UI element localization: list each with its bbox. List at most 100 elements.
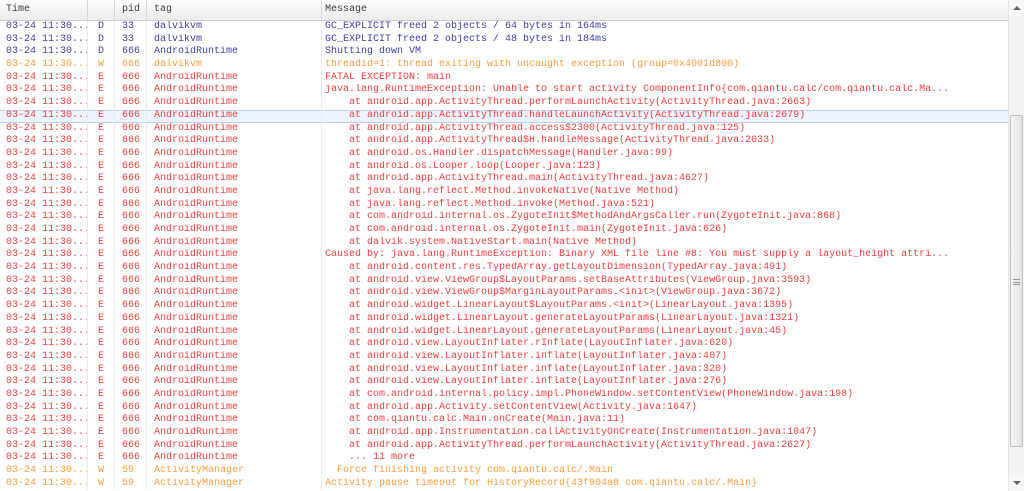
log-row[interactable]: 03-24 11:30... E 666 AndroidRuntime at a… — [0, 363, 1008, 377]
log-tag-cell: AndroidRuntime — [147, 71, 322, 85]
log-tag-cell: AndroidRuntime — [147, 135, 322, 148]
log-tag-cell: AndroidRuntime — [147, 249, 322, 263]
log-row[interactable]: 03-24 11:30... E 666 AndroidRuntime at a… — [0, 325, 1008, 339]
log-tag-cell: AndroidRuntime — [147, 350, 322, 364]
log-row[interactable]: 03-24 11:30... E 666 AndroidRuntime at d… — [0, 236, 1008, 250]
log-row[interactable]: 03-24 11:30... E 666 AndroidRuntime at a… — [0, 109, 1008, 123]
log-row[interactable]: 03-24 11:30... E 666 AndroidRuntime at a… — [0, 300, 1008, 313]
log-message-cell: at android.widget.LinearLayout.generateL… — [325, 325, 788, 337]
log-row[interactable]: 03-24 11:30... D 33 dalvikvm GC_EXPLICIT… — [0, 21, 1008, 34]
log-level-cell: D — [88, 46, 115, 60]
vertical-scrollbar[interactable] — [1008, 0, 1024, 491]
log-pid-cell: 666 — [115, 109, 147, 123]
log-row[interactable]: 03-24 11:30... D 33 dalvikvm GC_EXPLICIT… — [0, 33, 1008, 47]
log-row[interactable]: 03-24 11:30... E 666 AndroidRuntime ... … — [0, 452, 1008, 466]
log-level-cell: E — [88, 401, 115, 415]
scroll-down-button[interactable] — [1009, 475, 1024, 491]
log-level-cell: W — [88, 477, 115, 491]
log-row[interactable]: 03-24 11:30... E 666 AndroidRuntime at a… — [0, 122, 1008, 136]
log-time-cell: 03-24 11:30... — [0, 147, 88, 161]
log-row[interactable]: 03-24 11:30... W 59 ActivityManager Forc… — [0, 465, 1008, 478]
log-time-cell: 03-24 11:30... — [0, 439, 88, 453]
log-level-cell: E — [88, 350, 115, 364]
log-time-cell: 03-24 11:30... — [0, 452, 88, 466]
column-header-tag[interactable]: tag — [147, 0, 322, 20]
log-level-cell: E — [88, 236, 115, 250]
log-level-cell: E — [88, 71, 115, 85]
log-pid-cell: 666 — [115, 249, 147, 263]
log-row[interactable]: 03-24 11:30... E 666 AndroidRuntime at c… — [0, 414, 1008, 427]
log-level-cell: E — [88, 84, 115, 98]
log-tag-cell: AndroidRuntime — [147, 401, 322, 415]
column-header-time[interactable]: Time — [0, 0, 88, 20]
log-pid-cell: 666 — [115, 46, 147, 60]
log-row[interactable]: 03-24 11:30... E 666 AndroidRuntime at a… — [0, 287, 1008, 301]
log-tag-cell: AndroidRuntime — [147, 427, 322, 440]
log-row[interactable]: 03-24 11:30... E 666 AndroidRuntime at a… — [0, 262, 1008, 275]
log-pid-cell: 33 — [115, 33, 147, 47]
log-row[interactable]: 03-24 11:30... E 666 AndroidRuntime java… — [0, 84, 1008, 98]
log-row[interactable]: 03-24 11:30... E 666 AndroidRuntime at a… — [0, 160, 1008, 174]
log-row[interactable]: 03-24 11:30... E 666 AndroidRuntime at a… — [0, 439, 1008, 453]
log-time-cell: 03-24 11:30... — [0, 427, 88, 440]
log-row[interactable]: 03-24 11:30... E 666 AndroidRuntime at a… — [0, 427, 1008, 440]
log-row[interactable]: 03-24 11:30... E 666 AndroidRuntime at c… — [0, 224, 1008, 237]
log-pid-cell: 666 — [115, 401, 147, 415]
log-row[interactable]: 03-24 11:30... E 666 AndroidRuntime at a… — [0, 97, 1008, 110]
log-pid-cell: 666 — [115, 274, 147, 288]
log-level-cell: E — [88, 300, 115, 313]
log-message-cell: at android.view.ViewGroup$MarginLayoutPa… — [325, 287, 782, 299]
log-table-header: Time pid tag Message — [0, 0, 1008, 21]
log-row[interactable]: 03-24 11:30... E 666 AndroidRuntime at a… — [0, 135, 1008, 148]
log-message-cell: at android.view.LayoutInflater.inflate(L… — [325, 363, 728, 375]
log-row[interactable]: 03-24 11:30... E 666 AndroidRuntime at a… — [0, 173, 1008, 186]
log-level-cell: E — [88, 211, 115, 224]
log-time-cell: 03-24 11:30... — [0, 46, 88, 60]
log-row[interactable]: 03-24 11:30... E 666 AndroidRuntime at a… — [0, 338, 1008, 351]
log-row[interactable]: 03-24 11:30... E 666 AndroidRuntime Caus… — [0, 249, 1008, 263]
log-level-cell: E — [88, 173, 115, 186]
log-row[interactable]: 03-24 11:30... W 666 dalvikvm threadid=1… — [0, 59, 1008, 72]
log-message-cell: at android.app.ActivityThread.access$230… — [325, 122, 746, 134]
log-row[interactable]: 03-24 11:30... E 666 AndroidRuntime at j… — [0, 198, 1008, 212]
log-tag-cell: dalvikvm — [147, 33, 322, 47]
log-row[interactable]: 03-24 11:30... E 666 AndroidRuntime at a… — [0, 376, 1008, 389]
log-row[interactable]: 03-24 11:30... E 666 AndroidRuntime at a… — [0, 350, 1008, 364]
log-row[interactable]: 03-24 11:30... D 666 AndroidRuntime Shut… — [0, 46, 1008, 60]
column-header-pid[interactable]: pid — [115, 0, 147, 20]
scroll-up-button[interactable] — [1009, 0, 1024, 16]
log-pid-cell: 666 — [115, 198, 147, 212]
log-row[interactable]: 03-24 11:30... E 666 AndroidRuntime at j… — [0, 185, 1008, 199]
log-tag-cell: ActivityManager — [147, 465, 322, 478]
log-message-cell: java.lang.RuntimeException: Unable to st… — [325, 84, 950, 96]
log-row[interactable]: 03-24 11:30... E 666 AndroidRuntime at a… — [0, 147, 1008, 161]
log-tag-cell: AndroidRuntime — [147, 109, 322, 123]
log-row[interactable]: 03-24 11:30... E 666 AndroidRuntime at c… — [0, 211, 1008, 224]
log-message-cell: Caused by: java.lang.RuntimeException: B… — [325, 249, 950, 261]
log-tag-cell: AndroidRuntime — [147, 160, 322, 174]
log-level-cell: E — [88, 274, 115, 288]
log-time-cell: 03-24 11:30... — [0, 477, 88, 491]
log-message-cell: ... 11 more — [325, 452, 416, 464]
log-time-cell: 03-24 11:30... — [0, 185, 88, 199]
log-pid-cell: 666 — [115, 147, 147, 161]
log-level-cell: E — [88, 427, 115, 440]
log-level-cell: E — [88, 122, 115, 136]
log-row[interactable]: 03-24 11:30... E 666 AndroidRuntime at a… — [0, 312, 1008, 326]
log-row[interactable]: 03-24 11:30... E 666 AndroidRuntime at a… — [0, 401, 1008, 415]
log-row[interactable]: 03-24 11:30... E 666 AndroidRuntime FATA… — [0, 71, 1008, 85]
log-pid-cell: 666 — [115, 338, 147, 351]
column-header-level[interactable] — [88, 0, 115, 20]
log-tag-cell: AndroidRuntime — [147, 224, 322, 237]
column-header-message[interactable]: Message — [322, 0, 1008, 20]
log-row[interactable]: 03-24 11:30... W 59 ActivityManager Acti… — [0, 477, 1008, 491]
log-time-cell: 03-24 11:30... — [0, 135, 88, 148]
log-tag-cell: AndroidRuntime — [147, 173, 322, 186]
scrollbar-thumb[interactable] — [1010, 115, 1023, 447]
log-time-cell: 03-24 11:30... — [0, 287, 88, 301]
log-pid-cell: 666 — [115, 388, 147, 402]
log-time-cell: 03-24 11:30... — [0, 33, 88, 47]
log-row[interactable]: 03-24 11:30... E 666 AndroidRuntime at c… — [0, 388, 1008, 402]
log-row[interactable]: 03-24 11:30... E 666 AndroidRuntime at a… — [0, 274, 1008, 288]
log-message-cell: at android.widget.LinearLayout$LayoutPar… — [325, 300, 794, 312]
